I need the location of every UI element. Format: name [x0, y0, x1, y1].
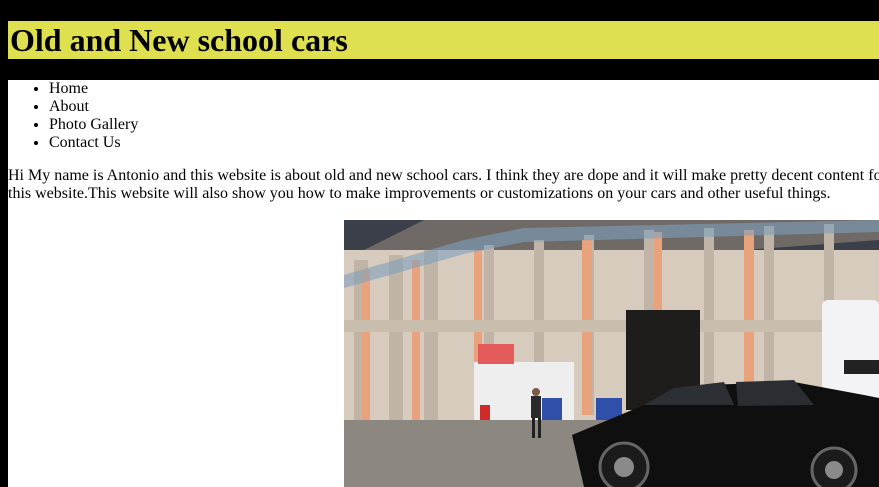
page-title: Old and New school cars	[10, 22, 348, 58]
nav-item-about[interactable]: About	[49, 98, 138, 116]
nav-item-home[interactable]: Home	[49, 80, 138, 98]
nav-list: Home About Photo Gallery Contact Us	[8, 80, 138, 152]
car-photo-image	[344, 220, 879, 487]
intro-paragraph: Hi My name is Antonio and this website i…	[8, 167, 879, 202]
nav-item-photo-gallery[interactable]: Photo Gallery	[49, 116, 138, 134]
page-left-border	[0, 0, 8, 487]
nav-item-contact-us[interactable]: Contact Us	[49, 134, 138, 152]
title-bar: Old and New school cars	[8, 21, 879, 59]
car-photo	[344, 220, 879, 487]
